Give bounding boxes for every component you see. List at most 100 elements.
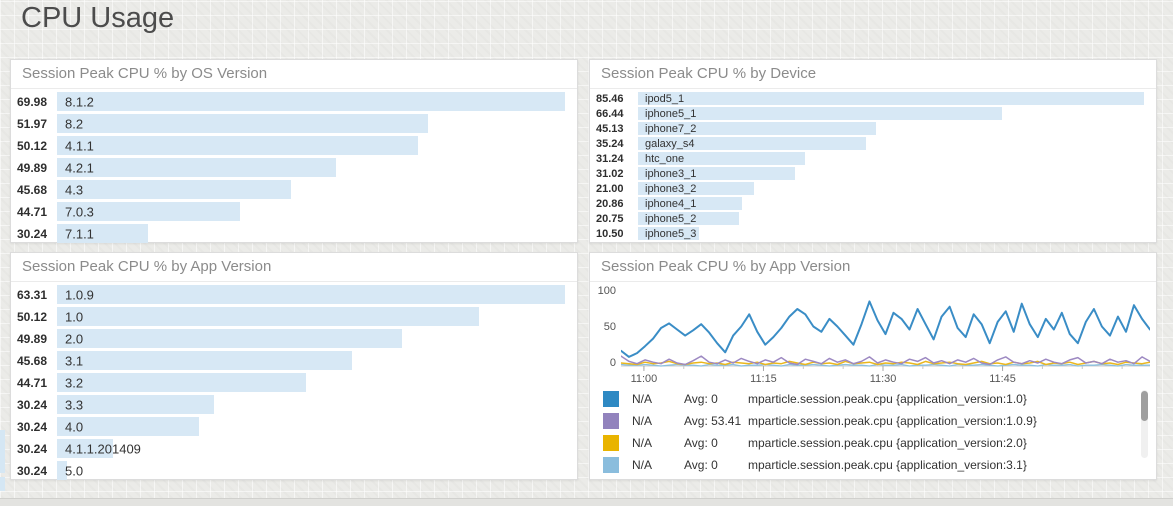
bar-value: 45.13 [596, 123, 638, 135]
legend-avg: Avg: 0 [684, 458, 748, 472]
bar-row[interactable]: 69.98 8.1.2 [17, 92, 565, 111]
timeseries-plot[interactable]: 11:0011:1511:3011:45 [621, 288, 1150, 386]
bottom-edge-strip [0, 498, 1173, 506]
left-edge-artifact [0, 430, 5, 473]
bar-value: 44.71 [17, 376, 57, 390]
panel-peak-cpu-by-app-version-timeseries: Session Peak CPU % by App Version 100 50… [589, 252, 1157, 480]
bar [57, 329, 402, 348]
bar [57, 114, 428, 133]
bar-value: 31.02 [596, 168, 638, 180]
bar-row[interactable]: 30.24 4.1.1.201409 [17, 439, 565, 458]
bar-row[interactable]: 50.121.0 [17, 307, 565, 326]
bar-row[interactable]: 49.894.2.1 [17, 158, 565, 177]
bar-label: ipod5_1 [645, 93, 684, 105]
bar-value: 69.98 [17, 95, 57, 109]
bar-track: iphone7_2 [638, 122, 1144, 135]
bar-value: 31.24 [596, 153, 638, 165]
bar-label: 1.0 [65, 309, 83, 324]
bar-label: iphone7_2 [645, 123, 696, 135]
bar-track: iphone3_2 [638, 182, 1144, 195]
bar-row[interactable]: 10.50 iphone5_3 [596, 227, 1144, 240]
bar-value: 30.24 [17, 442, 57, 456]
bar-label: 3.3 [65, 397, 83, 412]
bar-value: 30.24 [17, 464, 57, 478]
legend-row[interactable]: N/AAvg: 0mparticle.session.peak.cpu {app… [590, 454, 1132, 476]
bar [57, 92, 565, 111]
y-tick-50: 50 [604, 321, 616, 333]
bar-chart-os-version: 69.98 8.1.2 51.978.2 50.124.1.1 49.894.2.1 45… [11, 89, 577, 243]
bar-row[interactable]: 20.75iphone5_2 [596, 212, 1144, 225]
bar-track: iphone4_1 [638, 197, 1144, 210]
bar-row[interactable]: 51.978.2 [17, 114, 565, 133]
bar-track: htc_one [638, 152, 1144, 165]
bar-label: galaxy_s4 [645, 138, 695, 150]
bar-label: iphone4_1 [645, 198, 696, 210]
bar-value: 10.50 [596, 228, 638, 240]
legend-avg: Avg: 53.41 [684, 414, 748, 428]
legend-metric-name: mparticle.session.peak.cpu {application_… [748, 458, 1027, 472]
panel-title: Session Peak CPU % by OS Version [11, 60, 577, 89]
bar-row[interactable]: 30.243.3 [17, 395, 565, 414]
x-tick-label: 11:45 [989, 373, 1016, 385]
bar-value: 30.24 [17, 420, 57, 434]
bar-row[interactable]: 63.311.0.9 [17, 285, 565, 304]
bar-value: 51.97 [17, 117, 57, 131]
bar-row[interactable]: 20.86iphone4_1 [596, 197, 1144, 210]
bar [57, 351, 352, 370]
bar-row[interactable]: 49.892.0 [17, 329, 565, 348]
bar-label: htc_one [645, 153, 684, 165]
x-tick-label: 11:30 [870, 373, 897, 385]
bar-label: iphone5_3 [645, 228, 696, 240]
page-title: CPU Usage [21, 2, 174, 35]
panel-peak-cpu-by-device: Session Peak CPU % by Device 85.46ipod5_… [589, 59, 1157, 243]
legend-scrollbar-thumb[interactable] [1141, 391, 1148, 421]
bar [57, 307, 479, 326]
legend-row[interactable]: N/AAvg: 0mparticle.session.peak.cpu {app… [590, 432, 1132, 454]
bar-row[interactable]: 30.247.1.1 [17, 224, 565, 243]
bar-track: 1.0 [57, 307, 565, 326]
bar [638, 92, 1144, 105]
bar-row[interactable]: 66.44iphone5_1 [596, 107, 1144, 120]
bar-row[interactable]: 44.713.2 [17, 373, 565, 392]
bar-chart-app-version: 63.311.0.950.121.049.892.045.683.144.713… [11, 282, 577, 480]
bar-track: galaxy_s4 [638, 137, 1144, 150]
bar-row[interactable]: 30.24 4.0 [17, 417, 565, 436]
bar [57, 180, 291, 199]
bar-label: 4.1.1.201409 [65, 441, 141, 456]
bar-row[interactable]: 44.717.0.3 [17, 202, 565, 221]
bar-label: iphone3_1 [645, 168, 696, 180]
bar-track: iphone5_3 [638, 227, 1144, 240]
bar-row[interactable]: 31.02 iphone3_1 [596, 167, 1144, 180]
bar-row[interactable]: 31.24 htc_one [596, 152, 1144, 165]
bar-chart-device: 85.46ipod5_1 66.44iphone5_1 45.13 iphone7_2… [590, 89, 1156, 240]
panel-title: Session Peak CPU % by App Version [590, 253, 1156, 282]
bar-row[interactable]: 30.245.0 [17, 461, 565, 480]
legend-swatch [603, 413, 619, 429]
bar-track: 3.1 [57, 351, 565, 370]
bar-value: 63.31 [17, 288, 57, 302]
legend-row[interactable]: N/AAvg: 0mparticle.session.peak.cpu {app… [590, 388, 1132, 410]
bar-row[interactable]: 85.46ipod5_1 [596, 92, 1144, 105]
bar-value: 20.75 [596, 213, 638, 225]
bar-track: 3.3 [57, 395, 565, 414]
bar-value: 35.24 [596, 138, 638, 150]
bar-row[interactable]: 45.13 iphone7_2 [596, 122, 1144, 135]
bar-row[interactable]: 35.24 galaxy_s4 [596, 137, 1144, 150]
legend-swatch [603, 457, 619, 473]
bar-value: 66.44 [596, 108, 638, 120]
bar-row[interactable]: 45.683.1 [17, 351, 565, 370]
bar-label: 4.2.1 [65, 160, 94, 175]
bar-label: 4.1.1 [65, 138, 94, 153]
bar-label: 8.1.2 [65, 94, 94, 109]
y-tick-100: 100 [598, 285, 616, 297]
legend-metric-name: mparticle.session.peak.cpu {application_… [748, 436, 1027, 450]
bar-row[interactable]: 21.00iphone3_2 [596, 182, 1144, 195]
bar-row[interactable]: 45.684.3 [17, 180, 565, 199]
bar-label: 4.0 [65, 419, 83, 434]
left-edge-artifact [0, 477, 5, 491]
bar-track: 4.2.1 [57, 158, 565, 177]
bar-label: iphone3_2 [645, 183, 696, 195]
bar-row[interactable]: 50.124.1.1 [17, 136, 565, 155]
panel-title: Session Peak CPU % by Device [590, 60, 1156, 89]
legend-row[interactable]: N/AAvg: 53.41mparticle.session.peak.cpu … [590, 410, 1132, 432]
